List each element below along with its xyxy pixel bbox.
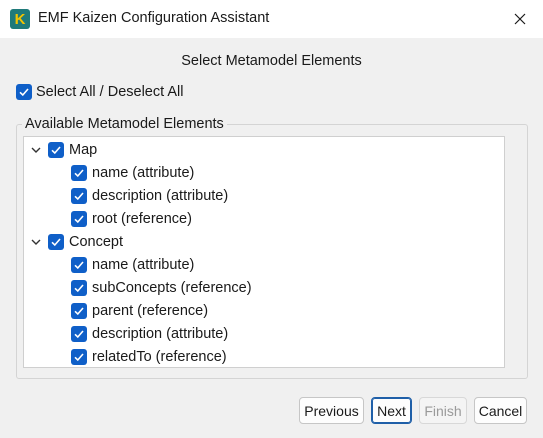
tree-child-item[interactable]: name (attribute) xyxy=(71,255,194,275)
tree-child-item[interactable]: description (attribute) xyxy=(71,186,228,206)
window-title: EMF Kaizen Configuration Assistant xyxy=(38,10,270,26)
tree-item[interactable]: Concept xyxy=(29,232,123,252)
page-heading: Select Metamodel Elements xyxy=(181,53,362,69)
tree-child-item[interactable]: root (reference) xyxy=(71,209,192,229)
tree-item-label: relatedTo (reference) xyxy=(92,349,227,365)
tree-item-label: Concept xyxy=(69,234,124,250)
checkbox-checked-icon[interactable] xyxy=(71,257,87,273)
select-all-checkbox[interactable]: Select All / Deselect All xyxy=(16,84,184,100)
tree-item-label: root (reference) xyxy=(92,211,192,227)
close-button[interactable] xyxy=(497,0,543,38)
tree-child-item[interactable]: subConcepts (reference) xyxy=(71,278,252,298)
checkbox-checked-icon[interactable] xyxy=(71,303,87,319)
close-icon xyxy=(514,13,526,25)
tree-item-label: description (attribute) xyxy=(92,326,229,342)
tree-item-label: parent (reference) xyxy=(92,303,209,319)
checkbox-checked-icon[interactable] xyxy=(71,188,87,204)
cancel-button[interactable]: Cancel xyxy=(474,397,527,424)
tree-item-label: name (attribute) xyxy=(92,165,195,181)
group-legend: Available Metamodel Elements xyxy=(22,115,227,133)
tree-item[interactable]: Map xyxy=(29,140,97,160)
tree-child-item[interactable]: relatedTo (reference) xyxy=(71,347,227,367)
next-button[interactable]: Next xyxy=(371,397,412,424)
title-bar: K EMF Kaizen Configuration Assistant xyxy=(0,0,543,38)
tree-child-item[interactable]: description (attribute) xyxy=(71,324,228,344)
checkbox-checked-icon[interactable] xyxy=(48,234,64,250)
finish-button[interactable]: Finish xyxy=(419,397,467,424)
checkbox-checked-icon[interactable] xyxy=(71,326,87,342)
tree-item-label: subConcepts (reference) xyxy=(92,280,252,296)
tree-item-label: name (attribute) xyxy=(92,257,195,273)
chevron-down-icon[interactable] xyxy=(29,143,43,157)
metamodel-tree[interactable]: Map name (attribute) description (attribut… xyxy=(23,136,505,368)
chevron-down-icon[interactable] xyxy=(29,235,43,249)
select-all-label: Select All / Deselect All xyxy=(36,84,184,100)
tree-child-item[interactable]: name (attribute) xyxy=(71,163,194,183)
tree-item-label: Map xyxy=(69,142,98,158)
checkbox-checked-icon[interactable] xyxy=(71,349,87,365)
checkbox-checked-icon[interactable] xyxy=(48,142,64,158)
checkbox-checked-icon[interactable] xyxy=(71,280,87,296)
checkbox-checked-icon[interactable] xyxy=(71,165,87,181)
tree-child-item[interactable]: parent (reference) xyxy=(71,301,208,321)
tree-item-label: description (attribute) xyxy=(92,188,229,204)
checkbox-checked-icon[interactable] xyxy=(16,84,32,100)
previous-button[interactable]: Previous xyxy=(299,397,364,424)
app-logo-icon: K xyxy=(10,9,30,29)
checkbox-checked-icon[interactable] xyxy=(71,211,87,227)
